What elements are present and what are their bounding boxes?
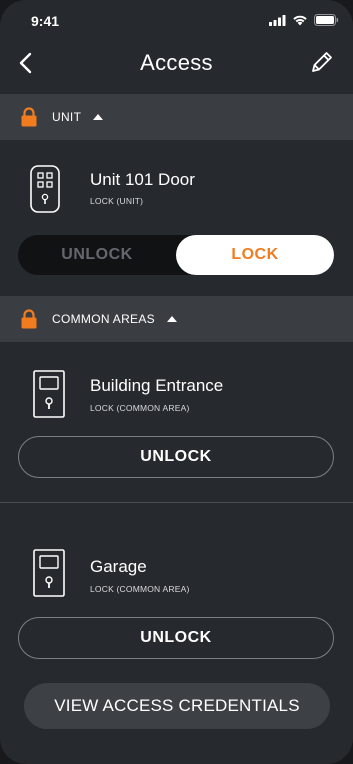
navigation-bar: Access (0, 40, 353, 94)
door-name: Building Entrance (90, 376, 224, 395)
unlock-option[interactable]: UNLOCK (18, 235, 176, 275)
unlock-button-garage[interactable]: UNLOCK (18, 617, 334, 659)
door-type: LOCK (COMMON AREA) (90, 403, 190, 413)
section-label: UNIT (52, 110, 82, 124)
keypad-lock-icon (30, 165, 60, 213)
door-name: Unit 101 Door (90, 170, 195, 189)
battery-icon (314, 14, 339, 26)
status-icons (269, 14, 339, 26)
lock-toggle: UNLOCK LOCK (18, 235, 334, 275)
wifi-icon (293, 15, 307, 26)
door-lock-icon (33, 549, 65, 597)
status-bar: 9:41 (0, 0, 353, 40)
section-header-unit[interactable]: UNIT (0, 94, 353, 140)
edit-pencil-icon[interactable] (309, 49, 335, 75)
door-name: Garage (90, 557, 147, 576)
section-header-common-areas[interactable]: COMMON AREAS (0, 296, 353, 342)
door-lock-icon (33, 370, 65, 418)
door-type: LOCK (UNIT) (90, 196, 144, 206)
padlock-icon (21, 107, 37, 127)
view-access-credentials-button[interactable]: VIEW ACCESS CREDENTIALS (24, 683, 330, 729)
status-time: 9:41 (31, 13, 60, 29)
phone-screen: 9:41 Access UNIT Unit 101 Door LOCK (UNI… (0, 0, 353, 764)
divider (0, 502, 353, 503)
page-title: Access (140, 50, 213, 75)
section-label: COMMON AREAS (52, 312, 155, 326)
padlock-icon (21, 309, 37, 329)
unlock-button-building-entrance[interactable]: UNLOCK (18, 436, 334, 478)
signal-icon (269, 14, 286, 26)
lock-option-selected[interactable]: LOCK (176, 235, 334, 275)
caret-up-icon (93, 114, 104, 120)
caret-up-icon (166, 316, 177, 322)
door-type: LOCK (COMMON AREA) (90, 584, 190, 594)
